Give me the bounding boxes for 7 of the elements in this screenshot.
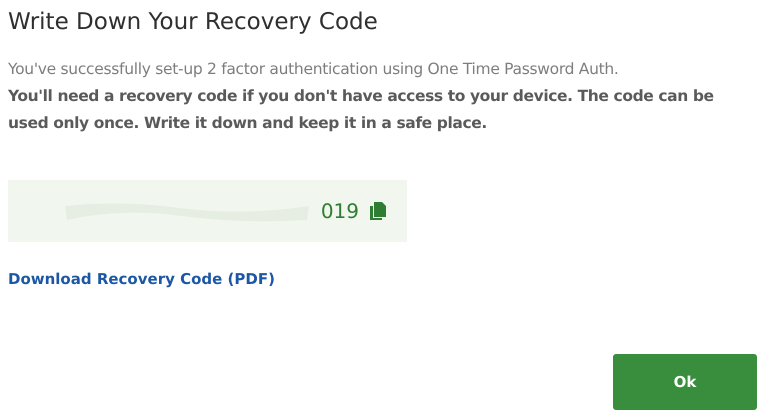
note-text: You'll need a recovery code if you don't have access to your device. The code can be used only once. Write it down and keep it in a safe place. [8, 86, 715, 134]
download-link[interactable]: Download Recovery Code (PDF) [8, 268, 275, 290]
dialog-title: Write Down Your Recovery Code [8, 8, 379, 37]
copy-icon[interactable] [369, 201, 387, 221]
recovery-code: 019 [320, 198, 359, 225]
intro-text: You've successfully set-up 2 factor authentication using One Time Password Auth. [8, 59, 620, 80]
ok-button[interactable]: Ok [613, 354, 757, 410]
